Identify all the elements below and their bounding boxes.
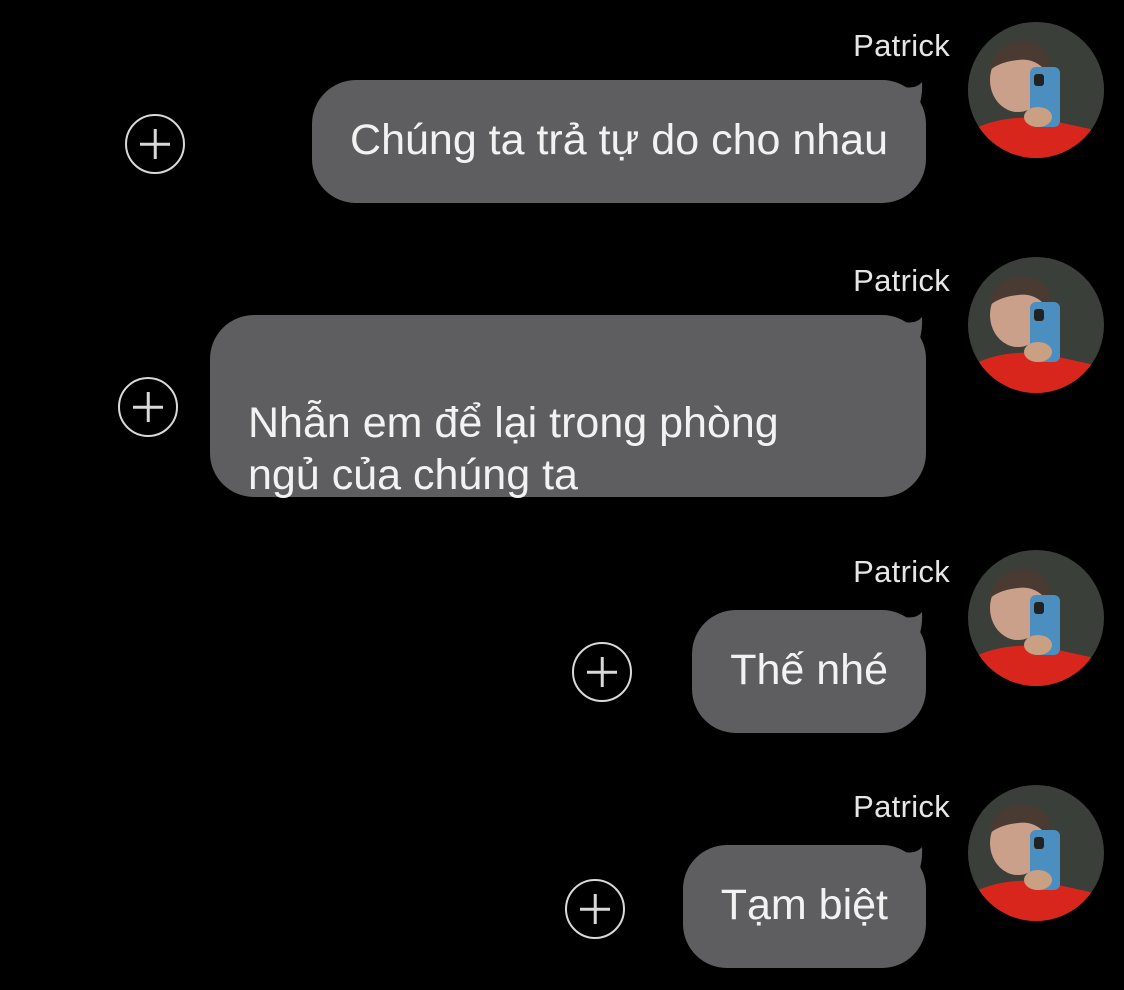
message-bubble[interactable]: Chúng ta trả tự do cho nhau [312,80,926,203]
message-row: Patrick Chúng ta trả tự do cho nhau [0,0,1124,210]
sender-name: Patrick [853,263,950,298]
avatar-image [968,22,1104,158]
avatar[interactable] [968,550,1104,686]
message-bubble[interactable]: Tạm biệt [682,845,926,968]
avatar-image [968,550,1104,686]
sender-name: Patrick [853,28,950,63]
message-text: Tạm biệt [720,881,888,929]
avatar[interactable] [968,257,1104,393]
bubble-tail [894,847,923,899]
message-text: Thế nhé [730,646,888,694]
avatar[interactable] [968,785,1104,921]
message-row: Patrick Thế nhé [0,530,1124,740]
message-bubble[interactable]: Thế nhé [692,610,926,733]
sender-name: Patrick [853,554,950,589]
avatar[interactable] [968,22,1104,158]
message-text: Chúng ta trả tự do cho nhau [350,116,888,164]
bubble-tail [894,82,923,134]
avatar-image [968,785,1104,921]
add-reaction-button[interactable] [565,879,625,939]
message-text: Nhẫn em để lại trong phòng ngủ của chúng… [248,399,779,499]
bubble-tail [894,317,923,369]
message-row: Patrick Tạm biệt [0,765,1124,975]
add-reaction-button[interactable] [118,377,178,437]
avatar-image [968,257,1104,393]
add-reaction-button[interactable] [125,114,185,174]
bubble-tail [894,612,923,664]
message-row: Patrick Nhẫn em để lại trong phòng ngủ c… [0,235,1124,500]
sender-name: Patrick [853,789,950,824]
add-reaction-button[interactable] [572,642,632,702]
message-bubble[interactable]: Nhẫn em để lại trong phòng ngủ của chúng… [210,315,926,499]
